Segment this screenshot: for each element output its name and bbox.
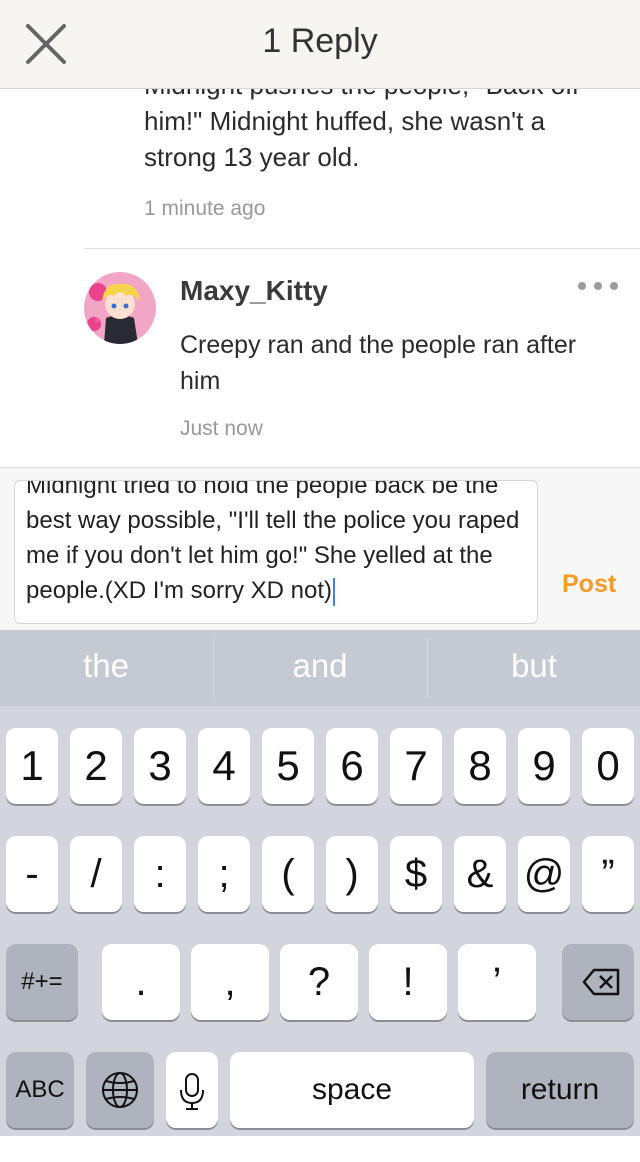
key-8[interactable]: 8 xyxy=(454,728,506,804)
suggestion-the[interactable]: the xyxy=(0,630,212,706)
key-3[interactable]: 3 xyxy=(134,728,186,804)
key-dollar[interactable]: $ xyxy=(390,836,442,912)
previous-comment-text: Midnight pushes the people, "Back off hi… xyxy=(144,89,579,172)
key-0[interactable]: 0 xyxy=(582,728,634,804)
backspace-icon xyxy=(582,968,620,996)
key-abc[interactable]: ABC xyxy=(6,1052,74,1128)
more-dots-icon xyxy=(578,282,618,290)
reply-time: Just now xyxy=(180,417,263,440)
reply-input[interactable]: Midnight tried to hold the people back b… xyxy=(14,480,538,624)
key-close-paren[interactable]: ) xyxy=(326,836,378,912)
comment-thread: Midnight pushes the people, "Back off hi… xyxy=(0,89,640,467)
avatar[interactable] xyxy=(84,272,156,344)
delete-key[interactable] xyxy=(562,944,634,1020)
key-comma[interactable]: , xyxy=(191,944,269,1020)
key-open-paren[interactable]: ( xyxy=(262,836,314,912)
key-quote[interactable]: ” xyxy=(582,836,634,912)
more-options-button[interactable] xyxy=(576,275,620,297)
key-abc-label: ABC xyxy=(15,1076,65,1103)
post-button[interactable]: Post xyxy=(562,570,616,599)
key-at[interactable]: @ xyxy=(518,836,570,912)
key-exclamation[interactable]: ! xyxy=(369,944,447,1020)
text-caret xyxy=(333,577,336,606)
reply-username[interactable]: Maxy_Kitty xyxy=(180,275,328,307)
suggestion-and[interactable]: and xyxy=(214,630,426,706)
key-semicolon[interactable]: ; xyxy=(198,836,250,912)
previous-comment-time: 1 minute ago xyxy=(144,197,266,220)
microphone-key[interactable] xyxy=(166,1052,218,1128)
key-more-symbols[interactable]: #+= xyxy=(6,944,78,1020)
key-question[interactable]: ? xyxy=(280,944,358,1020)
key-ampersand[interactable]: & xyxy=(454,836,506,912)
key-apostrophe[interactable]: ’ xyxy=(458,944,536,1020)
reply-text: Creepy ran and the people ran after him xyxy=(180,331,577,395)
key-2[interactable]: 2 xyxy=(70,728,122,804)
key-hyphen[interactable]: - xyxy=(6,836,58,912)
key-7[interactable]: 7 xyxy=(390,728,442,804)
reply-input-text: Midnight tried to hold the people back b… xyxy=(26,480,520,604)
key-1[interactable]: 1 xyxy=(6,728,58,804)
globe-key[interactable] xyxy=(86,1052,154,1128)
globe-icon xyxy=(102,1072,138,1108)
key-4[interactable]: 4 xyxy=(198,728,250,804)
return-key[interactable]: return xyxy=(486,1052,634,1128)
microphone-icon xyxy=(180,1073,204,1110)
top-bar: 1 Reply xyxy=(0,0,640,89)
key-9[interactable]: 9 xyxy=(518,728,570,804)
key-period[interactable]: . xyxy=(102,944,180,1020)
divider xyxy=(84,248,640,249)
key-more-symbols-label: #+= xyxy=(21,968,63,995)
keyboard: the and but 1 2 3 4 5 6 7 8 9 0 - / : ; … xyxy=(0,630,640,1136)
page-title: 1 Reply xyxy=(262,22,378,60)
key-colon[interactable]: : xyxy=(134,836,186,912)
key-slash[interactable]: / xyxy=(70,836,122,912)
space-key[interactable]: space xyxy=(230,1052,474,1128)
key-5[interactable]: 5 xyxy=(262,728,314,804)
suggestion-bar: the and but xyxy=(0,630,640,706)
suggestion-but[interactable]: but xyxy=(428,630,640,706)
reply-composer: Midnight tried to hold the people back b… xyxy=(0,467,640,631)
key-6[interactable]: 6 xyxy=(326,728,378,804)
